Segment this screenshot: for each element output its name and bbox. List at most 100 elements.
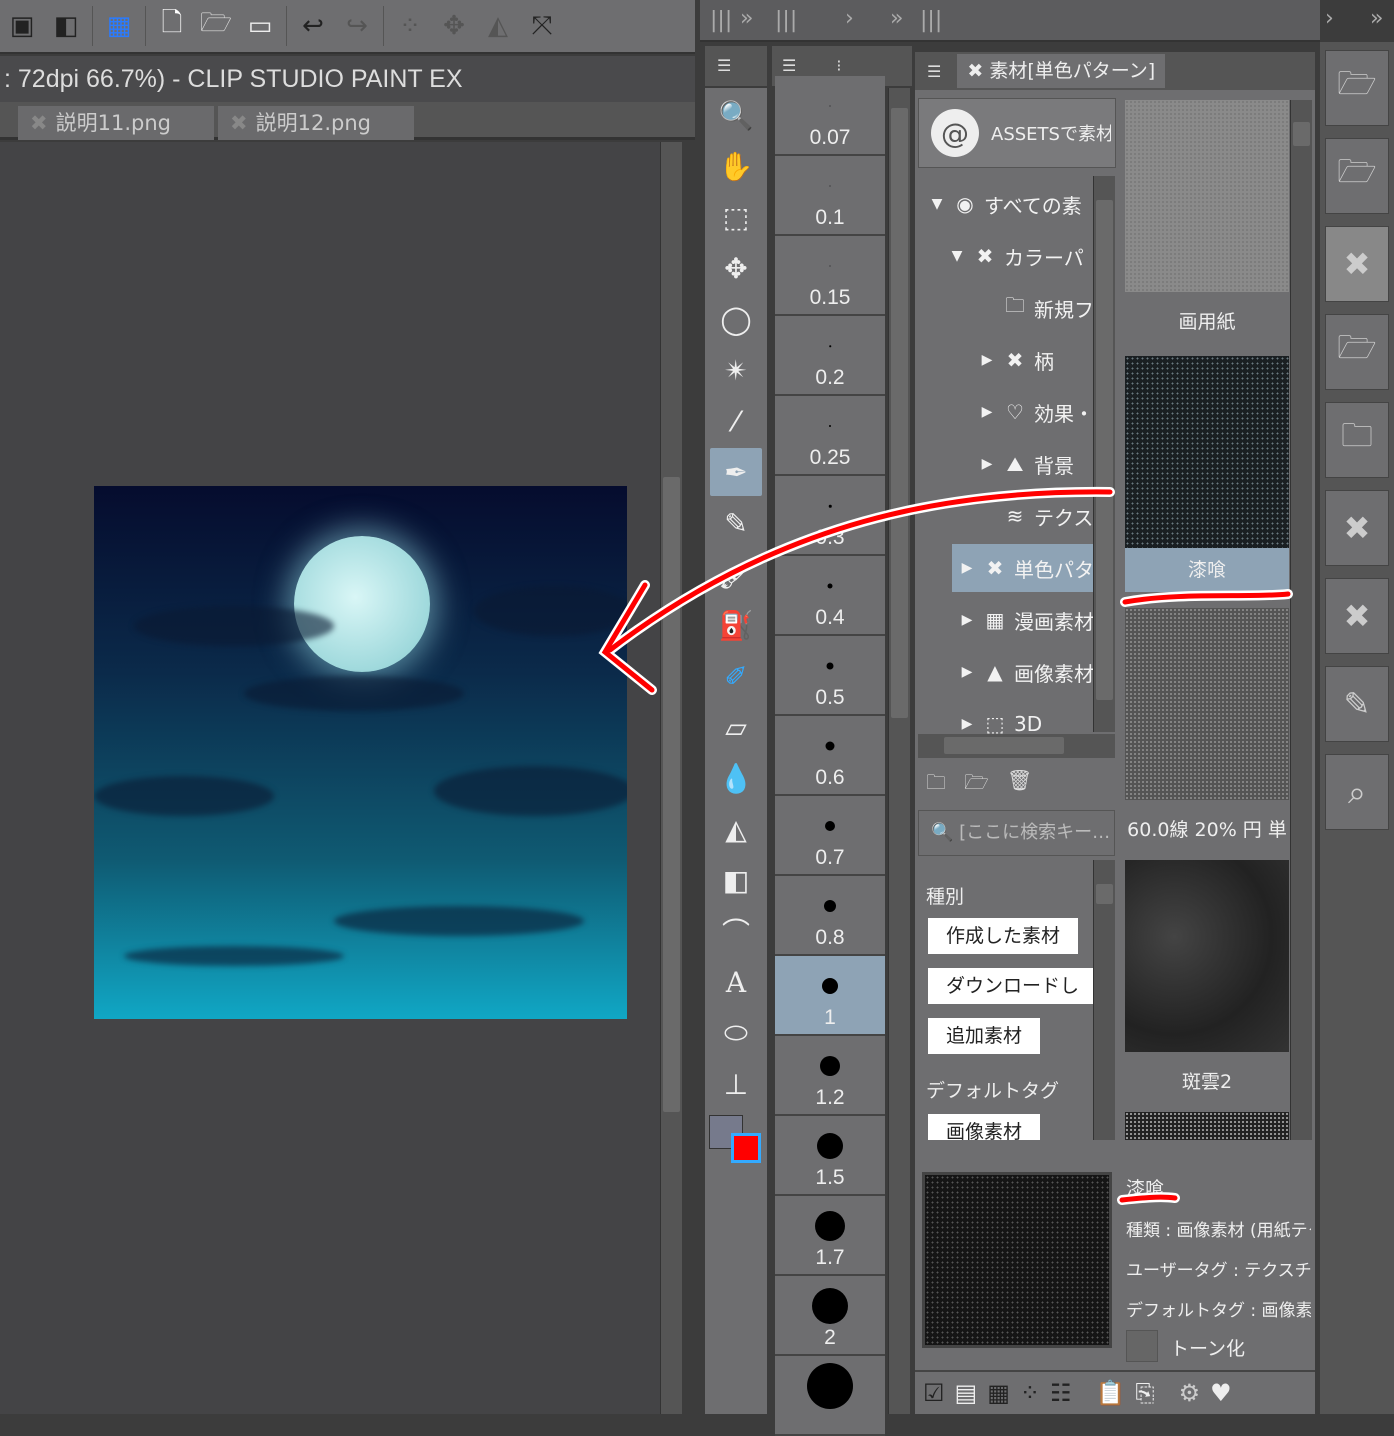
checkbox-view-icon[interactable]: ☑: [923, 1379, 945, 1407]
close-icon[interactable]: ✖: [230, 111, 248, 135]
loading-icon[interactable]: ⁘: [392, 8, 428, 44]
tree-item[interactable]: 🗀 新規フ: [972, 284, 1096, 332]
brush-size-item[interactable]: 0.5: [775, 636, 885, 716]
layer-icon[interactable]: ▣: [4, 8, 40, 44]
lasso-tool-icon[interactable]: ◯: [710, 295, 762, 343]
brush-size-item[interactable]: 0.2: [775, 316, 885, 396]
material-item[interactable]: 斑雲2: [1125, 860, 1289, 1112]
favorite-heart-icon[interactable]: ♥: [1210, 1379, 1232, 1407]
search-folder-icon[interactable]: ⌕: [1325, 754, 1389, 830]
close-icon[interactable]: ✖: [30, 111, 48, 135]
brush-size-item[interactable]: 0.8: [775, 876, 885, 956]
large-thumbnail-icon[interactable]: ▦: [987, 1379, 1010, 1407]
pattern-material-icon[interactable]: ✖: [1325, 578, 1389, 654]
brush-size-item[interactable]: 0.1: [775, 156, 885, 236]
redo-icon[interactable]: ↪: [339, 8, 375, 44]
expand-toggle-icon[interactable]: ▶: [958, 716, 976, 732]
tag-chip[interactable]: 作成した素材: [928, 918, 1079, 954]
folder-icon[interactable]: 🗁: [1325, 50, 1389, 126]
eyedropper-tool-icon[interactable]: ⁄: [710, 397, 762, 445]
tree-item[interactable]: ▶ ♡ 効果・: [972, 388, 1096, 436]
canvas-artwork-night-sky[interactable]: [94, 486, 627, 1019]
ruler-tool-icon[interactable]: ⊥: [710, 1060, 762, 1108]
paste-to-canvas-icon[interactable]: 📋: [1096, 1379, 1126, 1407]
canvas-vertical-scrollbar[interactable]: [660, 142, 682, 1414]
tag-scrollbar[interactable]: [1093, 860, 1115, 1140]
material-list-scrollbar[interactable]: [1290, 100, 1312, 1140]
edit-folder-icon[interactable]: ✎: [1325, 666, 1389, 742]
expand-toggle-icon[interactable]: ▶: [978, 404, 996, 420]
color-swatches[interactable]: [705, 1111, 767, 1181]
magic-wand-tool-icon[interactable]: ✴: [710, 346, 762, 394]
tab-document-11[interactable]: ✖ 説明11.png: [18, 106, 214, 140]
scrollbar-thumb[interactable]: [663, 477, 680, 1112]
tag-chip[interactable]: 画像素材: [928, 1114, 1041, 1140]
menu-icon[interactable]: ☰: [717, 56, 731, 75]
brush-size-scrollbar[interactable]: [888, 88, 910, 1414]
fill-tool-icon[interactable]: ◭: [710, 805, 762, 853]
brush-size-item[interactable]: 1.5: [775, 1116, 885, 1196]
scrollbar-thumb[interactable]: [944, 737, 1064, 754]
expand-toggle-icon[interactable]: ▼: [928, 196, 946, 212]
brush-size-item[interactable]: 0.4: [775, 556, 885, 636]
menu-icon[interactable]: ☰: [927, 62, 941, 81]
brush-size-view-icon[interactable]: ⁝: [836, 56, 841, 75]
brush-size-item[interactable]: 1.2: [775, 1036, 885, 1116]
new-file-icon[interactable]: 🗋: [154, 8, 190, 44]
tab-material-pattern[interactable]: ✖ 素材[単色パターン]: [957, 54, 1166, 88]
tag-chip[interactable]: ダウンロードし: [928, 968, 1093, 1004]
brush-size-item[interactable]: [775, 1356, 885, 1436]
zoom-tool-icon[interactable]: 🔍: [710, 91, 762, 139]
expand-toggle-icon[interactable]: ▶: [958, 664, 976, 680]
scrollbar-thumb[interactable]: [891, 108, 908, 718]
small-thumbnail-icon[interactable]: ⁘: [1020, 1379, 1040, 1407]
tree-item[interactable]: ▶ ▲ 画像素材: [952, 648, 1096, 696]
transform-icon[interactable]: ✥: [436, 8, 472, 44]
tree-item[interactable]: ▶ ✖ 単色パタ: [952, 544, 1096, 592]
tree-item[interactable]: ▼ ◉ すべての素: [922, 180, 1096, 228]
undo-icon[interactable]: ↩: [295, 8, 331, 44]
expand-toggle-icon[interactable]: ▶: [978, 352, 996, 368]
material-item[interactable]: 画用紙: [1125, 100, 1289, 352]
new-folder-icon[interactable]: 🗀: [926, 768, 946, 794]
folder-icon[interactable]: 🗁: [1325, 314, 1389, 390]
tree-horizontal-scrollbar[interactable]: [918, 734, 1115, 758]
text-tool-icon[interactable]: A: [710, 958, 762, 1006]
expand-toggle-icon[interactable]: ▶: [958, 612, 976, 628]
eraser-tool-icon[interactable]: ▱: [710, 703, 762, 751]
pattern-material-icon[interactable]: ✖: [1325, 490, 1389, 566]
tab-document-12[interactable]: ✖ 説明12.png: [218, 106, 414, 140]
balloon-tool-icon[interactable]: ⬭: [710, 1009, 762, 1057]
move-layer-tool-icon[interactable]: ✥: [710, 244, 762, 292]
gradient-tool-icon[interactable]: ◧: [710, 856, 762, 904]
brush-size-item[interactable]: 0.3: [775, 476, 885, 556]
tree-item[interactable]: ▶ ⛰ 背景: [972, 440, 1096, 488]
detail-view-icon[interactable]: ▤: [955, 1379, 978, 1407]
tree-item[interactable]: ▼ ✖ カラーパ: [942, 232, 1096, 280]
expand-toggle-icon[interactable]: ▼: [948, 248, 966, 264]
sub-color-swatch[interactable]: [731, 1133, 761, 1163]
pencil-tool-icon[interactable]: ✎: [710, 499, 762, 547]
tree-item[interactable]: ≋ テクス: [972, 492, 1096, 540]
search-input[interactable]: 🔍 [ここに検索キー…: [918, 810, 1115, 856]
tree-item[interactable]: ▶ ▦ 漫画素材: [952, 596, 1096, 644]
download-folder-icon[interactable]: 🗀: [1325, 402, 1389, 478]
pen-tool-icon[interactable]: ✒: [710, 448, 762, 496]
brush-size-item[interactable]: 0.25: [775, 396, 885, 476]
scrollbar-thumb[interactable]: [1293, 122, 1310, 146]
edit-folder-icon[interactable]: 🗁: [964, 768, 989, 794]
blend-tool-icon[interactable]: 💧: [710, 754, 762, 802]
tree-scrollbar[interactable]: [1093, 176, 1115, 732]
brush-size-item[interactable]: 0.07: [775, 76, 885, 156]
transparent-export-icon[interactable]: ▦: [101, 8, 137, 44]
brush-size-item[interactable]: 1.7: [775, 1196, 885, 1276]
list-view-icon[interactable]: ☷: [1050, 1379, 1072, 1407]
tree-item[interactable]: ▶ ⬚ 3D: [952, 700, 1096, 736]
brush-size-item[interactable]: 2: [775, 1276, 885, 1356]
airbrush-tool-icon[interactable]: ⛽: [710, 601, 762, 649]
material-item[interactable]: [1125, 1112, 1289, 1140]
fill-icon[interactable]: ◭: [480, 8, 516, 44]
brush-size-item[interactable]: 0.15: [775, 236, 885, 316]
pattern-material-icon[interactable]: ✖: [1325, 226, 1389, 302]
hand-tool-icon[interactable]: ✋: [710, 142, 762, 190]
